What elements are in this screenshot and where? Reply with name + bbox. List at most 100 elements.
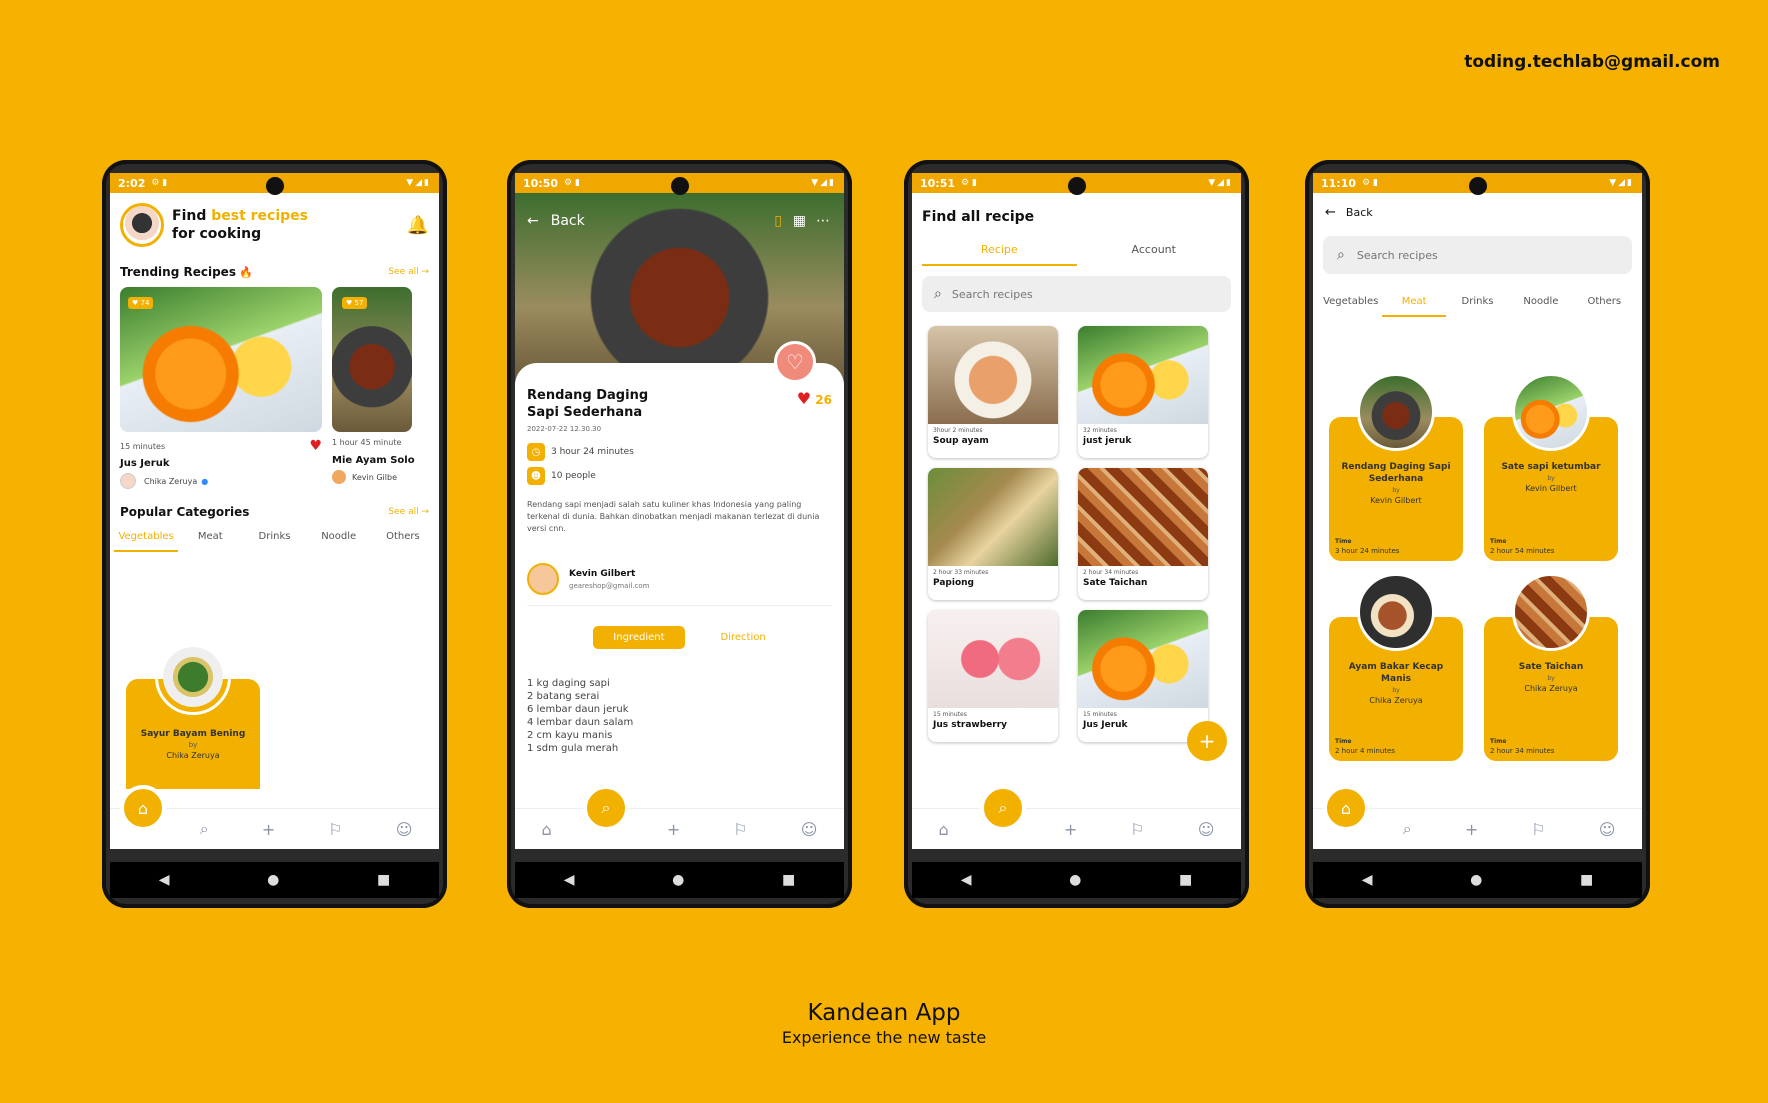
add-icon[interactable]: + [1064, 820, 1077, 839]
add-icon[interactable]: + [667, 820, 680, 839]
add-icon[interactable]: + [262, 820, 275, 839]
recipe-card[interactable]: 2 hour 34 minutes Sate Taichan [1078, 468, 1208, 600]
recipe-time: 2 hour 34 minutes [1490, 747, 1555, 755]
search-fab[interactable]: ⌕ [583, 785, 629, 831]
qr-code-icon[interactable]: ▦ [793, 213, 806, 229]
bell-icon[interactable]: 🔔 [407, 215, 429, 236]
tab-others[interactable]: Others [371, 523, 435, 552]
home-icon[interactable]: ⌂ [939, 820, 949, 839]
bookmark-icon[interactable]: ⚐ [1531, 820, 1545, 839]
trending-card[interactable]: ♥ 57 1 hour 45 minute Mie Ayam Solo Kevi… [332, 287, 415, 489]
contact-email: toding.techlab@gmail.com [1464, 52, 1720, 72]
tab-meat[interactable]: Meat [178, 523, 242, 552]
recipe-image [928, 610, 1058, 708]
home-nav-icon[interactable]: ● [672, 872, 684, 888]
see-all-categories[interactable]: See all → [388, 507, 429, 517]
recents-nav-icon[interactable]: ■ [1580, 872, 1593, 888]
back-nav-icon[interactable]: ◀ [564, 872, 575, 888]
avatar[interactable] [120, 203, 164, 247]
author-name: Kevin Gilbert [569, 568, 636, 579]
ingredient-item: 1 kg daging sapi [527, 678, 610, 689]
back-arrow-icon[interactable]: ← [527, 213, 539, 229]
recents-nav-icon[interactable]: ■ [1179, 872, 1192, 888]
profile-icon[interactable]: ☺ [1198, 820, 1215, 839]
back-arrow-icon[interactable]: ← [1325, 205, 1336, 220]
home-icon[interactable]: ⌂ [542, 820, 552, 839]
back-label[interactable]: Back [551, 213, 585, 229]
recipe-card[interactable]: 3hour 2 minutes Soup ayam [928, 326, 1058, 458]
tab-others[interactable]: Others [1573, 288, 1636, 317]
home-fab[interactable]: ⌂ [1323, 785, 1369, 831]
time-label: Time [1490, 538, 1507, 545]
category-recipe-card[interactable]: Sate Taichan by Chika Zeruya Time 2 hour… [1484, 573, 1618, 761]
tab-account[interactable]: Account [1077, 235, 1232, 266]
by-label: by [1547, 475, 1555, 482]
trending-card[interactable]: ♥ 74 15 minutes ♥ Jus Jeruk Chika Zeruya… [120, 287, 322, 489]
recipe-duration: 15 minutes [120, 441, 166, 451]
category-screen: 11:10 ⚙ ▮ ▼◢▮ ← Back ⌕ Vegetables Meat D… [1313, 173, 1642, 849]
profile-icon[interactable]: ☺ [801, 820, 818, 839]
tab-noodle[interactable]: Noodle [1509, 288, 1572, 317]
search-input[interactable] [1354, 247, 1559, 263]
home-fab[interactable]: ⌂ [120, 785, 166, 831]
recipe-name: Rendang Daging Sapi Sederhana [1341, 462, 1451, 484]
tab-vegetables[interactable]: Vegetables [1319, 288, 1382, 317]
tab-drinks[interactable]: Drinks [242, 523, 306, 552]
recipe-image [155, 639, 231, 715]
heart-icon[interactable]: ♥ [309, 438, 322, 454]
tab-direction[interactable]: Direction [721, 626, 766, 649]
home-nav-icon[interactable]: ● [1470, 872, 1482, 888]
search-icon[interactable]: ⌕ [1403, 819, 1412, 839]
recipe-card[interactable]: 32 minutes just jeruk [1078, 326, 1208, 458]
phone-home: 2:02 ⚙ ▮ ▼◢▮ Find best recipes for cooki… [102, 160, 447, 908]
see-all-trending[interactable]: See all → [388, 267, 429, 277]
tab-recipe[interactable]: Recipe [922, 235, 1077, 266]
recipe-card[interactable]: 15 minutes Jus Jeruk [1078, 610, 1208, 742]
back-nav-icon[interactable]: ◀ [1362, 872, 1373, 888]
bookmark-icon[interactable]: ▯ [774, 213, 782, 229]
recipe-card[interactable]: 2 hour 33 minutes Papiong [928, 468, 1058, 600]
recipe-grid: 3hour 2 minutes Soup ayam 32 minutes just … [912, 322, 1241, 746]
ingredient-item: 1 sdm gula merah [527, 743, 619, 754]
tab-noodle[interactable]: Noodle [307, 523, 371, 552]
recipe-time: 2 hour 4 minutes [1335, 747, 1395, 755]
recipe-name: Ayam Bakar Kecap Manis [1348, 662, 1444, 684]
more-icon[interactable]: ⋯ [816, 213, 830, 229]
detail-screen: 10:50 ⚙ ▮ ▼◢▮ ← Back ▯ ▦ ⋯ ♡ Rendang Dag… [515, 173, 844, 849]
profile-icon[interactable]: ☺ [1599, 820, 1616, 839]
recents-nav-icon[interactable]: ■ [377, 872, 390, 888]
recipe-image: ♥ 57 [332, 287, 412, 432]
search-bar[interactable]: ⌕ [1323, 236, 1632, 274]
recipe-image: ♥ 74 [120, 287, 322, 432]
recents-nav-icon[interactable]: ■ [782, 872, 795, 888]
search-fab[interactable]: ⌕ [980, 785, 1026, 831]
author-name: Chika Zeruya [166, 751, 220, 760]
search-input[interactable] [949, 286, 1154, 302]
home-nav-icon[interactable]: ● [267, 872, 279, 888]
back-nav-icon[interactable]: ◀ [159, 872, 170, 888]
home-nav-icon[interactable]: ● [1069, 872, 1081, 888]
category-recipe-card[interactable]: Ayam Bakar Kecap Manis by Chika Zeruya T… [1329, 573, 1463, 761]
tab-vegetables[interactable]: Vegetables [114, 523, 179, 552]
search-bar[interactable]: ⌕ [922, 276, 1231, 312]
bookmark-icon[interactable]: ⚐ [733, 820, 747, 839]
add-recipe-fab[interactable]: + [1187, 721, 1227, 761]
category-recipe-card[interactable]: Sayur Bayam Bening by Chika Zeruya [126, 639, 260, 789]
profile-icon[interactable]: ☺ [396, 820, 413, 839]
back-label[interactable]: Back [1346, 206, 1373, 219]
recipe-name: Jus Jeruk [120, 458, 170, 469]
tab-meat[interactable]: Meat [1382, 288, 1446, 317]
bookmark-icon[interactable]: ⚐ [1130, 820, 1144, 839]
bookmark-icon[interactable]: ⚐ [328, 820, 342, 839]
search-icon[interactable]: ⌕ [200, 819, 209, 839]
category-recipe-card[interactable]: Rendang Daging Sapi Sederhana by Kevin G… [1329, 373, 1463, 561]
tab-ingredient[interactable]: Ingredient [593, 626, 685, 649]
author-name: Chika Zeruya [1524, 684, 1578, 693]
add-icon[interactable]: + [1465, 820, 1478, 839]
recipe-duration: 15 minutes [1083, 711, 1117, 718]
tab-drinks[interactable]: Drinks [1446, 288, 1509, 317]
back-nav-icon[interactable]: ◀ [961, 872, 972, 888]
author-avatar[interactable] [527, 563, 559, 595]
category-recipe-card[interactable]: Sate sapi ketumbar by Kevin Gilbert Time… [1484, 373, 1618, 561]
recipe-card[interactable]: 15 minutes Jus strawberry [928, 610, 1058, 742]
